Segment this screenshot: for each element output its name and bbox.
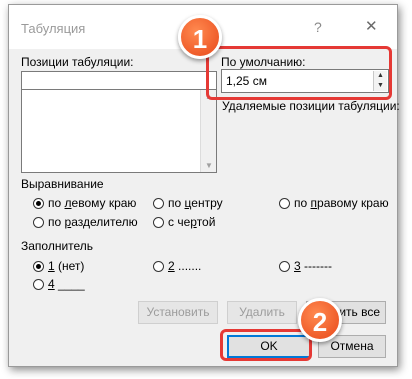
highlight-default-tabs xyxy=(206,46,392,100)
step-2-badge: 2 xyxy=(298,298,342,342)
tab-positions-list[interactable]: ▲ ▼ xyxy=(21,89,217,173)
leader-dots-radio[interactable]: 2 ....... xyxy=(153,259,201,273)
radio-label: 4 ____ xyxy=(48,277,85,291)
help-icon[interactable]: ? xyxy=(314,19,322,35)
leader-dashes-radio[interactable]: 3 ------- xyxy=(279,259,332,273)
dialog-title: Табуляция xyxy=(21,21,86,36)
step-1-badge: 1 xyxy=(178,15,222,59)
radio-indicator[interactable] xyxy=(33,216,44,228)
align-bar-radio[interactable]: с чертой xyxy=(153,215,215,229)
radio-indicator[interactable] xyxy=(153,216,164,228)
radio-label: 3 ------- xyxy=(294,259,332,273)
scroll-down-icon[interactable]: ▼ xyxy=(205,161,213,170)
close-icon[interactable]: ✕ xyxy=(365,17,378,35)
clear-button[interactable]: Удалить xyxy=(227,301,297,324)
align-left-radio[interactable]: по левому краю xyxy=(33,196,136,210)
radio-indicator[interactable] xyxy=(153,260,164,272)
tab-positions-label: Позиции табуляции: xyxy=(21,55,134,69)
radio-label: по разделителю xyxy=(48,215,138,229)
leader-label: Заполнитель xyxy=(21,239,94,253)
radio-indicator[interactable] xyxy=(33,278,44,290)
radio-label: по левому краю xyxy=(48,196,137,210)
radio-indicator[interactable] xyxy=(33,197,44,209)
align-decimal-radio[interactable]: по разделителю xyxy=(33,215,138,229)
highlight-ok-button xyxy=(220,329,312,361)
radio-indicator[interactable] xyxy=(279,197,290,209)
alignment-label: Выравнивание xyxy=(21,177,104,191)
radio-label: 1 (нет) xyxy=(48,259,85,273)
radio-label: 2 ....... xyxy=(168,259,202,273)
radio-label: по правому краю xyxy=(294,196,389,210)
leader-underline-radio[interactable]: 4 ____ xyxy=(33,277,85,291)
radio-label: по центру xyxy=(168,196,223,210)
list-scrollbar[interactable]: ▲ ▼ xyxy=(200,90,216,172)
align-right-radio[interactable]: по правому краю xyxy=(279,196,389,210)
tab-position-input[interactable] xyxy=(21,71,217,91)
leader-none-radio[interactable]: 1 (нет) xyxy=(33,259,84,273)
align-center-radio[interactable]: по центру xyxy=(153,196,223,210)
radio-indicator[interactable] xyxy=(153,197,164,209)
set-button[interactable]: Установить xyxy=(138,301,218,324)
radio-indicator[interactable] xyxy=(33,260,44,272)
radio-indicator[interactable] xyxy=(279,260,290,272)
radio-label: с чертой xyxy=(168,215,216,229)
removed-tabs-label: Удаляемые позиции табуляции: xyxy=(222,99,400,113)
